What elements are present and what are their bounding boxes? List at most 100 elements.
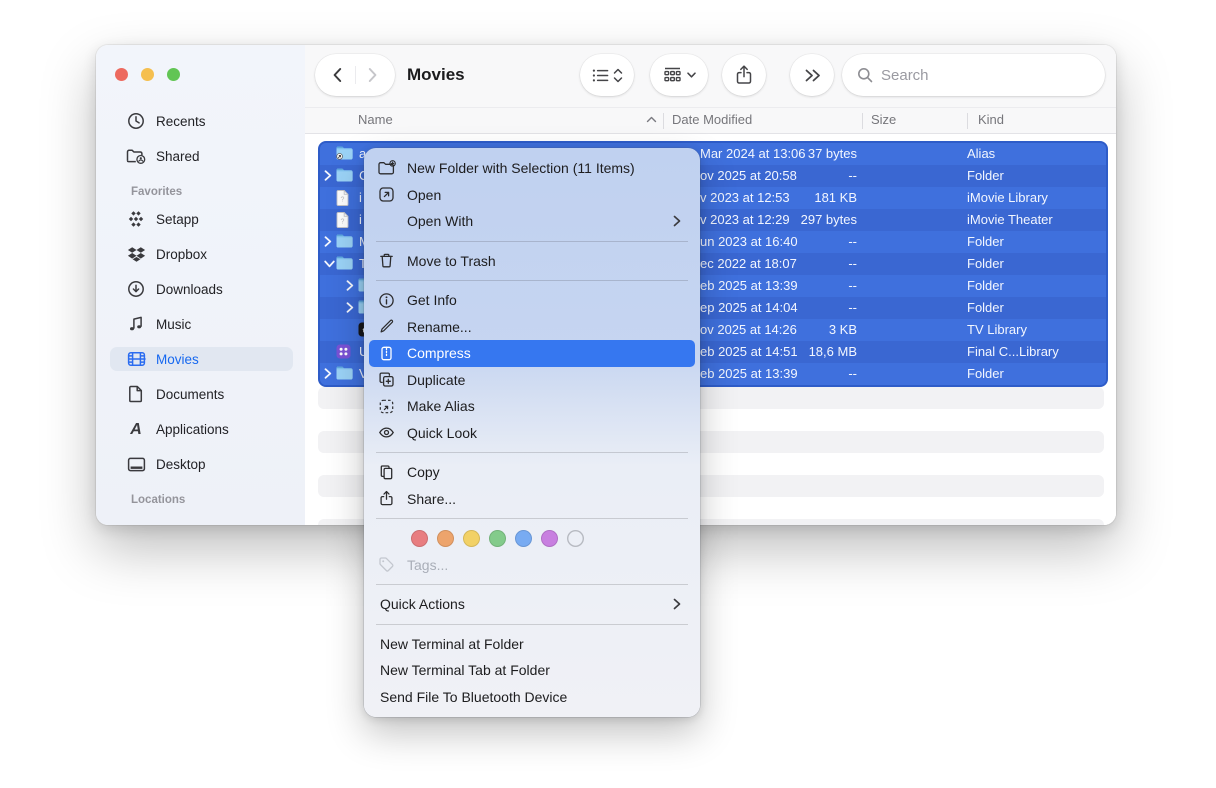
sidebar-item-desktop[interactable]: Desktop — [110, 452, 293, 476]
compress-icon — [378, 344, 400, 362]
nav-divider — [355, 66, 356, 84]
sort-toggle-icon — [613, 68, 623, 83]
tag-color-e87d80[interactable] — [411, 530, 428, 547]
menu-separator — [376, 518, 688, 519]
disclosure-right-icon[interactable] — [324, 170, 336, 182]
menu-item-new-terminal-tab-at-folder[interactable]: New Terminal Tab at Folder — [369, 657, 695, 684]
disclosure-down-icon[interactable] — [324, 260, 336, 272]
pencil-icon — [378, 318, 400, 336]
search-input[interactable]: Search — [842, 54, 1105, 96]
sidebar-item-shared[interactable]: Shared — [110, 144, 293, 168]
menu-item-duplicate[interactable]: Duplicate — [369, 367, 695, 394]
menu-item-label: Send File To Bluetooth Device — [380, 689, 686, 705]
menu-item-compress[interactable]: Compress — [369, 340, 695, 367]
column-header-date-modified[interactable]: Date Modified — [672, 112, 752, 127]
tag-color-83cb8b[interactable] — [489, 530, 506, 547]
copy-icon — [378, 463, 400, 481]
menu-item-new-terminal-at-folder[interactable]: New Terminal at Folder — [369, 631, 695, 658]
sidebar-item-downloads[interactable]: Downloads — [110, 277, 293, 301]
menu-item-open-with[interactable]: Open With — [369, 208, 695, 235]
share-button[interactable] — [722, 54, 766, 96]
menu-item-move-to-trash[interactable]: Move to Trash — [369, 248, 695, 275]
menu-item-copy[interactable]: Copy — [369, 459, 695, 486]
menu-item-quick-actions[interactable]: Quick Actions — [369, 591, 695, 618]
tag-color-row — [411, 525, 700, 552]
forward-icon[interactable] — [363, 66, 381, 84]
menu-item-label: Move to Trash — [407, 253, 686, 269]
dropbox-icon — [126, 245, 146, 263]
sidebar-item-recents[interactable]: Recents — [110, 109, 293, 133]
menu-item-quick-look[interactable]: Quick Look — [369, 420, 695, 447]
menu-item-new-folder-with-selection-11-items[interactable]: New Folder with Selection (11 Items) — [369, 155, 695, 182]
music-icon — [126, 315, 146, 333]
sidebar-item-music[interactable]: Music — [110, 312, 293, 336]
zoom-button[interactable] — [167, 68, 180, 81]
column-divider[interactable] — [862, 113, 863, 129]
column-header-name[interactable]: Name — [358, 112, 393, 127]
menu-item-get-info[interactable]: Get Info — [369, 287, 695, 314]
size-cell: -- — [848, 366, 857, 381]
tag-color-f2d166[interactable] — [463, 530, 480, 547]
sidebar-section-label-favorites: Favorites — [131, 186, 293, 198]
disclosure-right-icon[interactable] — [324, 236, 336, 248]
date-modified-cell: eb 2025 at 13:39 — [700, 366, 798, 381]
menu-item-rename[interactable]: Rename... — [369, 314, 695, 341]
size-cell: 18,6 MB — [809, 344, 857, 359]
desktop-icon — [126, 455, 146, 473]
menu-item-open[interactable]: Open — [369, 182, 695, 209]
tag-color-eda46c[interactable] — [437, 530, 454, 547]
sidebar-item-movies[interactable]: Movies — [110, 347, 293, 371]
back-icon[interactable] — [329, 66, 347, 84]
new-folder-icon — [378, 159, 400, 177]
sidebar-item-applications[interactable]: A Applications — [110, 417, 293, 441]
submenu-chevron-icon — [673, 598, 681, 610]
column-divider[interactable] — [663, 113, 664, 129]
date-modified-cell: eb 2025 at 14:51 — [700, 344, 798, 359]
sidebar-item-documents[interactable]: Documents — [110, 382, 293, 406]
sidebar-item-label: Desktop — [156, 457, 206, 472]
tag-color-c87fe0[interactable] — [541, 530, 558, 547]
sidebar-item-setapp[interactable]: Setapp — [110, 207, 293, 231]
folder-icon — [336, 168, 353, 184]
tag-color-78abf2[interactable] — [515, 530, 532, 547]
more-toolbar-button[interactable] — [790, 54, 834, 96]
share-icon — [735, 65, 753, 85]
sidebar-item-label: Shared — [156, 149, 200, 164]
disclosure-right-icon[interactable] — [324, 368, 336, 380]
kind-cell: TV Library — [967, 322, 1027, 337]
kind-cell: iMovie Library — [967, 190, 1048, 205]
sidebar-item-label: Applications — [156, 422, 229, 437]
sidebar-item-dropbox[interactable]: Dropbox — [110, 242, 293, 266]
kind-cell: iMovie Theater — [967, 212, 1053, 227]
menu-item-label: Get Info — [407, 292, 686, 308]
list-view-button[interactable] — [580, 54, 634, 96]
purple-library-icon — [336, 344, 353, 360]
document-icon: ? — [336, 212, 353, 228]
setapp-icon — [126, 210, 146, 228]
menu-separator — [376, 624, 688, 625]
disclosure-right-icon[interactable] — [346, 302, 358, 314]
disclosure-right-icon[interactable] — [346, 280, 358, 292]
column-header-size[interactable]: Size — [871, 112, 896, 127]
page-title: Movies — [407, 45, 465, 105]
date-modified-cell: v 2023 at 12:53 — [700, 190, 790, 205]
kind-cell: Final C...Library — [967, 344, 1059, 359]
sidebar-item-label: Setapp — [156, 212, 199, 227]
column-header-kind[interactable]: Kind — [978, 112, 1004, 127]
svg-text:?: ? — [341, 197, 345, 204]
folder-icon — [336, 256, 353, 272]
menu-item-label: Share... — [407, 491, 686, 507]
svg-text:A: A — [129, 421, 142, 438]
shared-folder-icon — [126, 147, 146, 165]
menu-item-make-alias[interactable]: Make Alias — [369, 393, 695, 420]
tag-color-none[interactable] — [567, 530, 584, 547]
column-divider[interactable] — [967, 113, 968, 129]
minimize-button[interactable] — [141, 68, 154, 81]
menu-item-tags[interactable]: Tags... — [369, 552, 695, 579]
kind-cell: Folder — [967, 278, 1004, 293]
close-button[interactable] — [115, 68, 128, 81]
group-view-button[interactable] — [650, 54, 708, 96]
kind-cell: Folder — [967, 256, 1004, 271]
menu-item-send-file-to-bluetooth-device[interactable]: Send File To Bluetooth Device — [369, 684, 695, 711]
menu-item-share[interactable]: Share... — [369, 486, 695, 513]
